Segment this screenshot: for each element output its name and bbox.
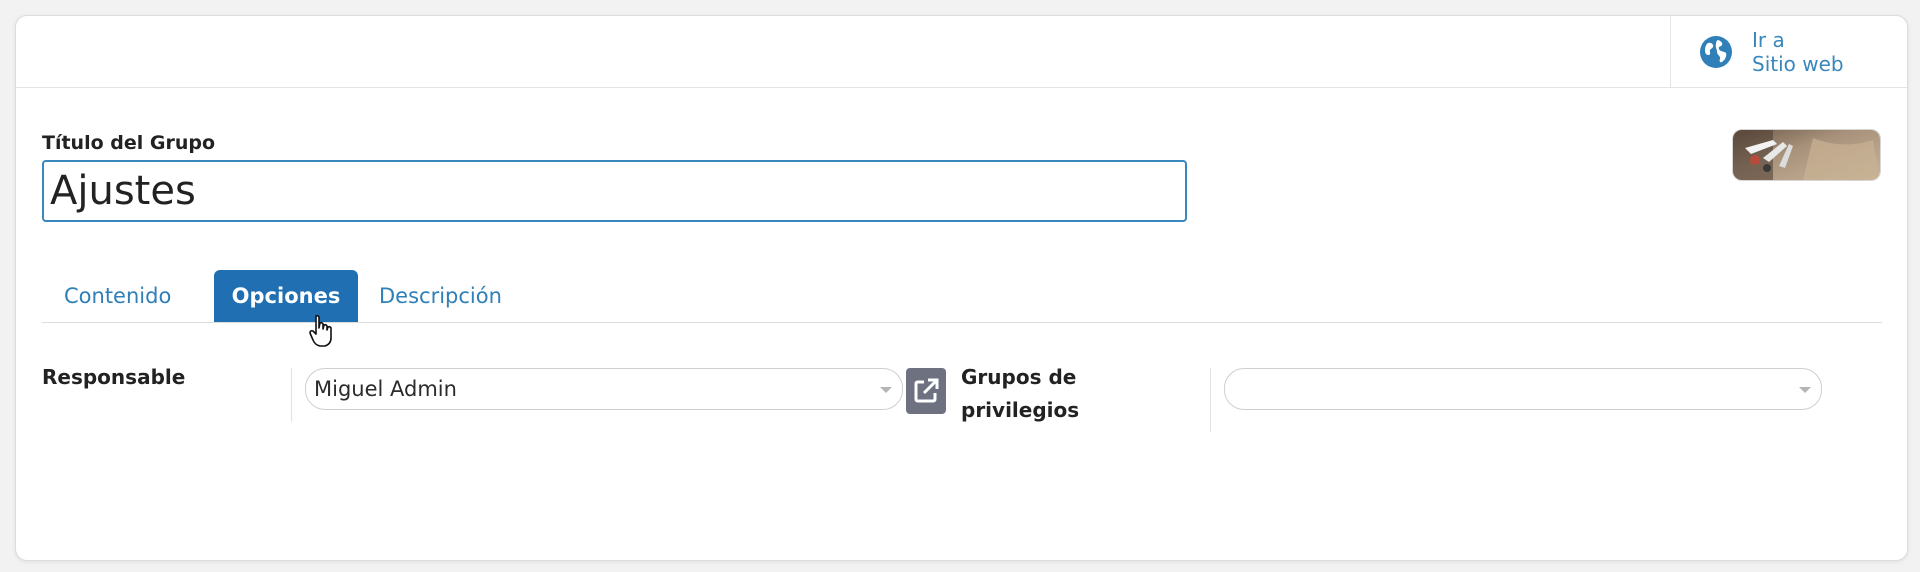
- privilege-groups-label-line1: Grupos de: [961, 365, 1077, 389]
- responsible-label: Responsable: [42, 365, 186, 389]
- responsible-select[interactable]: Miguel Admin: [305, 368, 903, 410]
- field-divider: [1210, 368, 1211, 432]
- tab-contenido[interactable]: Contenido: [64, 270, 184, 322]
- chevron-down-icon: [1799, 387, 1811, 393]
- group-title-label: Título del Grupo: [42, 132, 216, 154]
- group-image[interactable]: [1732, 129, 1881, 181]
- open-record-button[interactable]: [906, 368, 946, 414]
- go-to-website-label: Ir a Sitio web: [1752, 28, 1844, 76]
- go-to-website-line1: Ir a: [1752, 27, 1785, 52]
- group-image-picture: [1733, 130, 1880, 180]
- go-to-website-line2: Sitio web: [1752, 51, 1844, 76]
- globe-icon: [1700, 35, 1732, 68]
- external-link-icon: [914, 378, 939, 403]
- group-title-input[interactable]: [42, 160, 1187, 222]
- tab-descripcion[interactable]: Descripción: [379, 270, 529, 322]
- form-sheet: Ir a Sitio web Título del Grupo Ajustes …: [15, 15, 1908, 561]
- field-divider: [291, 368, 292, 422]
- privilege-groups-label-line2: privilegios: [961, 398, 1080, 422]
- privilege-groups-label: Grupos de privilegios: [961, 361, 1079, 427]
- chevron-down-icon: [880, 387, 892, 393]
- go-to-website-button[interactable]: Ir a Sitio web: [1670, 16, 1907, 87]
- privilege-groups-select[interactable]: [1224, 368, 1822, 410]
- responsible-value: Miguel Admin: [314, 377, 457, 401]
- button-box: Ir a Sitio web: [16, 16, 1907, 88]
- hand-cursor-icon: [309, 314, 332, 347]
- tab-opciones[interactable]: Opciones: [214, 270, 358, 322]
